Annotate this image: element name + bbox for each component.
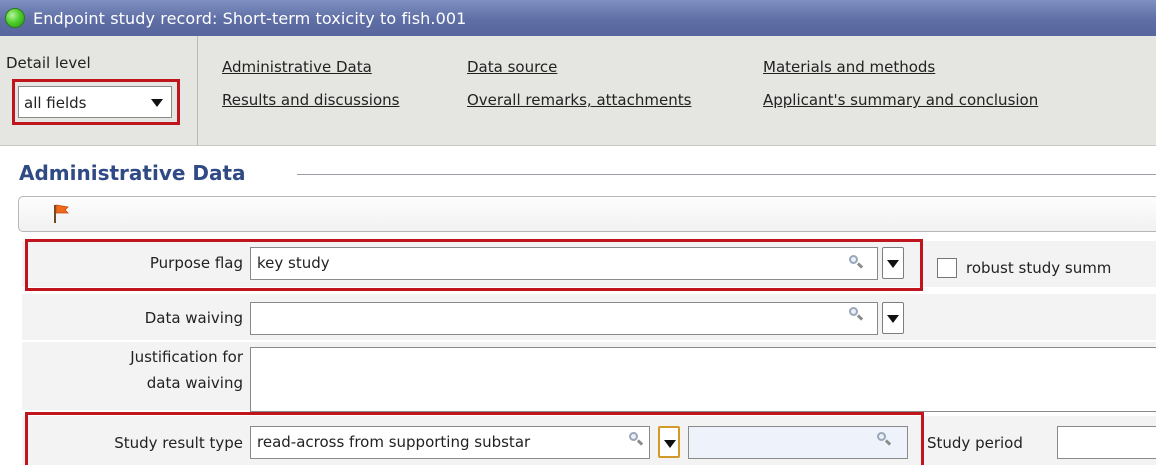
purpose-flag-highlight-box: [25, 239, 923, 291]
data-waiving-dropdown-button[interactable]: [882, 302, 904, 334]
data-waiving-field[interactable]: [250, 302, 878, 335]
detail-level-value: all fields: [24, 94, 87, 112]
nav-link-applicants-summary[interactable]: Applicant's summary and conclusion: [763, 91, 1038, 109]
justification-label-line1: Justification for: [130, 348, 243, 366]
data-waiving-label: Data waiving: [144, 309, 243, 327]
study-period-label: Study period: [927, 434, 1023, 452]
window-title: Endpoint study record: Short-term toxici…: [33, 8, 467, 28]
section-divider: [297, 174, 1156, 175]
study-result-type-highlight-box: [25, 412, 924, 465]
study-period-field[interactable]: [1057, 426, 1156, 459]
chevron-down-icon: [887, 315, 899, 323]
detail-level-select[interactable]: all fields: [18, 86, 172, 118]
justification-label-line2: data waiving: [146, 374, 243, 392]
flag-toolbar: [18, 196, 1156, 232]
detail-level-section: Detail level all fields: [0, 36, 198, 146]
green-status-icon: [5, 8, 25, 28]
detail-level-label: Detail level: [6, 54, 91, 72]
nav-link-materials-and-methods[interactable]: Materials and methods: [763, 58, 935, 76]
main-content: Administrative Data Purpose flag key stu…: [0, 146, 1156, 465]
robust-study-summary-checkbox[interactable]: [937, 258, 957, 278]
chevron-down-icon: [151, 99, 163, 107]
nav-link-administrative-data[interactable]: Administrative Data: [222, 58, 372, 76]
robust-study-summary-label: robust study summ: [966, 259, 1112, 277]
nav-link-overall-remarks[interactable]: Overall remarks, attachments: [467, 91, 691, 109]
window-titlebar: Endpoint study record: Short-term toxici…: [0, 0, 1156, 36]
justification-textarea[interactable]: [250, 347, 1156, 412]
toolbar: Detail level all fields Administrative D…: [0, 36, 1156, 146]
nav-link-results-and-discussions[interactable]: Results and discussions: [222, 91, 399, 109]
section-title: Administrative Data: [19, 161, 246, 185]
flag-icon[interactable]: [53, 204, 69, 224]
search-icon[interactable]: [848, 306, 864, 322]
nav-link-data-source[interactable]: Data source: [467, 58, 557, 76]
